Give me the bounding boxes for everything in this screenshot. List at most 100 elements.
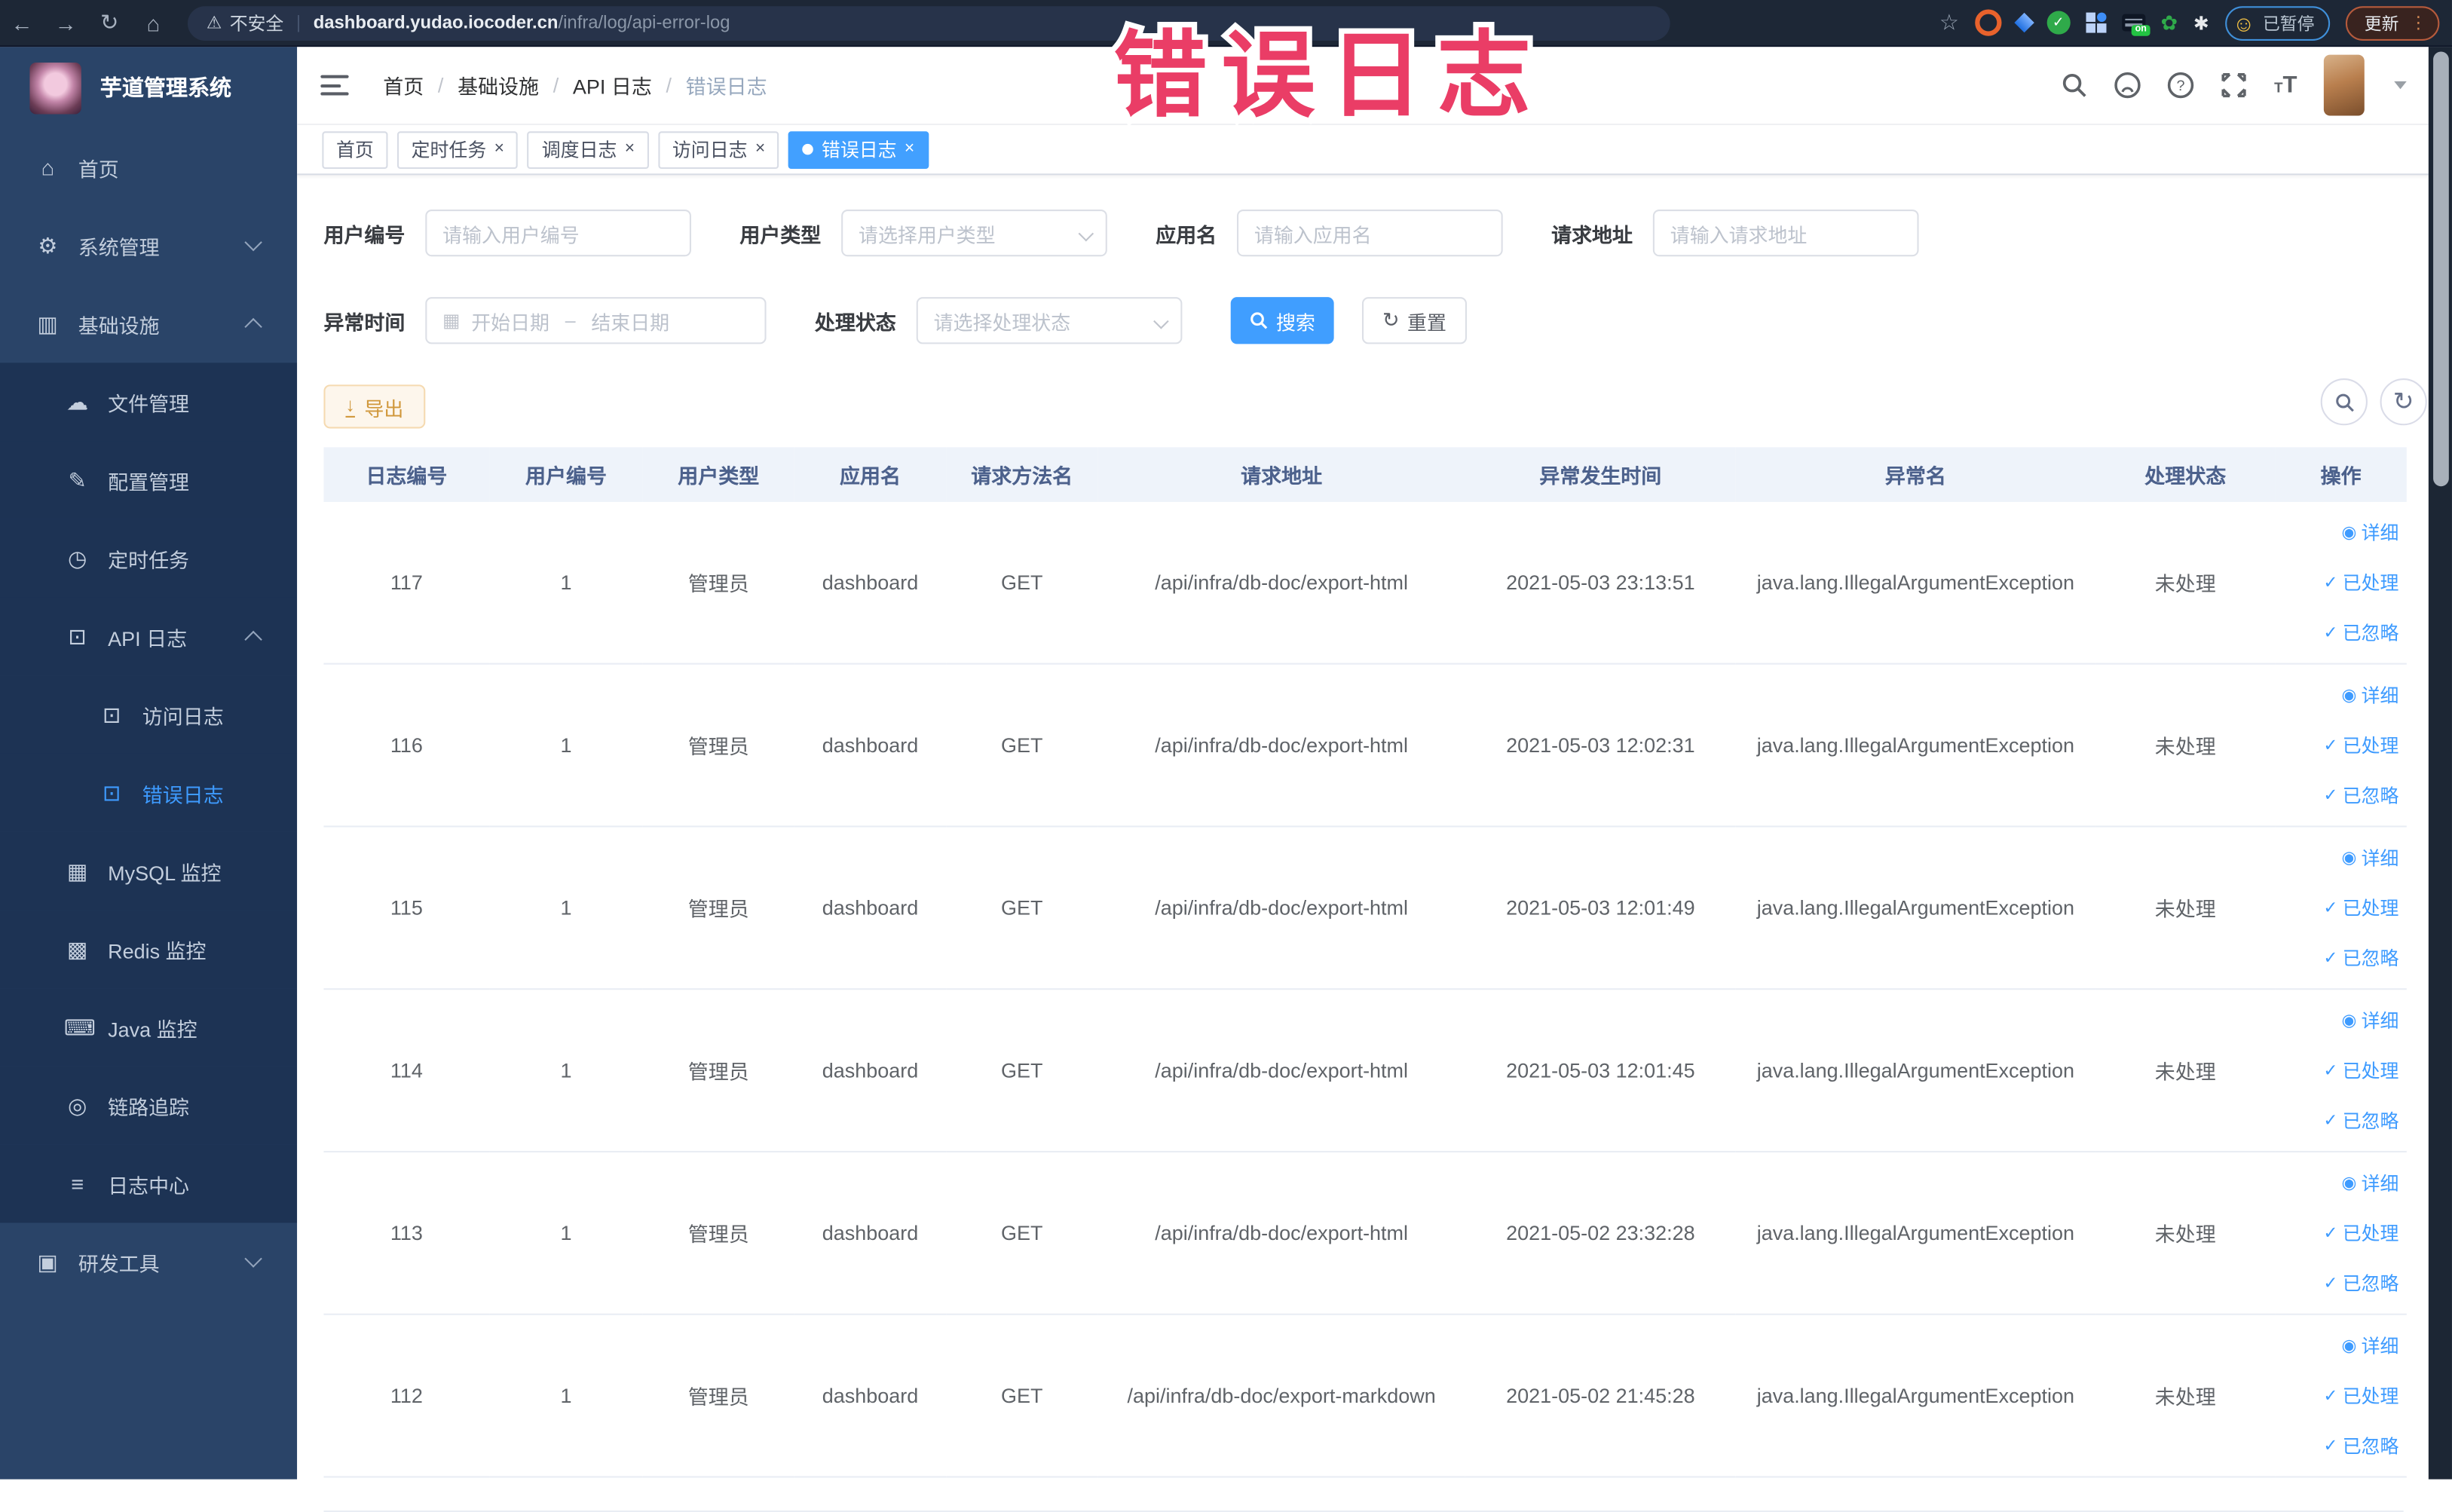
bookmark-star-icon[interactable]: ☆: [1939, 9, 1959, 35]
profile-paused-badge[interactable]: ☺ 已暂停: [2224, 5, 2331, 40]
breadcrumb-item[interactable]: 基础设施: [458, 70, 539, 99]
extension-blue-icon[interactable]: [2013, 12, 2034, 33]
ignored-link[interactable]: ✓ 已忽略: [2323, 1421, 2398, 1471]
sidebar-item-home[interactable]: ⌂ 首页: [0, 128, 297, 207]
close-icon[interactable]: ×: [755, 140, 765, 158]
processed-link[interactable]: ✓ 已处理: [2323, 1370, 2398, 1420]
browser-toolbar: ← → ↻ ⌂ ⚠ 不安全 | dashboard.yudao.iocoder.…: [0, 0, 2452, 47]
exception-time-range-picker[interactable]: ▦ 开始日期 – 结束日期: [425, 297, 767, 344]
address-bar[interactable]: ⚠ 不安全 | dashboard.yudao.iocoder.cn/infra…: [187, 5, 1670, 40]
view-tab[interactable]: 调度日志 ×: [528, 130, 649, 169]
view-tab[interactable]: 定时任务 ×: [396, 130, 519, 169]
breadcrumb-item[interactable]: 首页: [383, 70, 424, 99]
toggle-search-button[interactable]: [2320, 378, 2368, 426]
user-type-label: 用户类型: [739, 222, 822, 246]
sidebar-item-log-center[interactable]: ≡ 日志中心: [0, 1144, 298, 1223]
ignored-link[interactable]: ✓ 已忽略: [2323, 1095, 2398, 1145]
cell-actions: ◉ 详细 ✓ 已处理 ✓ 已忽略: [2275, 1151, 2407, 1315]
extension-green-icon[interactable]: ✓: [2046, 11, 2071, 35]
github-icon[interactable]: [2114, 72, 2141, 99]
detail-link[interactable]: ◉ 详细: [2341, 1321, 2398, 1370]
security-label[interactable]: 不安全: [230, 10, 284, 35]
browser-forward-icon[interactable]: →: [44, 10, 87, 35]
cell-time: 2021-05-03 23:13:51: [1465, 501, 1736, 665]
browser-back-icon[interactable]: ←: [0, 10, 44, 35]
url-path[interactable]: /infra/log/api-error-log: [559, 14, 730, 32]
browser-update-button[interactable]: 更新 ⋮: [2345, 5, 2440, 40]
close-icon[interactable]: ×: [905, 140, 914, 158]
page-scrollbar[interactable]: [2428, 47, 2452, 1480]
app-name-input[interactable]: 请输入应用名: [1237, 209, 1503, 257]
search-button[interactable]: 搜索: [1230, 297, 1334, 344]
extensions-puzzle-icon[interactable]: ✱: [2193, 12, 2209, 34]
sidebar-item-dev-tools[interactable]: ▣ 研发工具: [0, 1223, 297, 1301]
export-button[interactable]: ↓ 导出: [323, 384, 426, 429]
view-tab[interactable]: 首页: [322, 130, 388, 169]
sidebar-item-file-manage[interactable]: ☁ 文件管理: [0, 363, 298, 442]
sidebar-item-trace[interactable]: ◎ 链路追踪: [0, 1066, 298, 1145]
browser-home-icon[interactable]: ⌂: [131, 10, 175, 35]
avatar-dropdown-caret-icon[interactable]: [2394, 81, 2407, 90]
processed-link[interactable]: ✓ 已处理: [2323, 883, 2398, 932]
sidebar-item-redis-monitor[interactable]: ▩ Redis 监控: [0, 910, 298, 989]
sidebar-item-label: MySQL 监控: [108, 861, 222, 885]
cell-status: 未处理: [2095, 989, 2276, 1152]
sidebar-item-infrastructure[interactable]: ▥ 基础设施: [0, 285, 297, 363]
sidebar-item-system-manage[interactable]: ⚙ 系统管理: [0, 207, 297, 285]
detail-link[interactable]: ◉ 详细: [2341, 507, 2398, 557]
help-icon[interactable]: ?: [2168, 72, 2194, 99]
close-icon[interactable]: ×: [625, 140, 635, 158]
ignored-link[interactable]: ✓ 已忽略: [2323, 932, 2398, 982]
browser-reload-icon[interactable]: ↻: [87, 9, 131, 35]
user-avatar[interactable]: [2323, 54, 2365, 116]
extension-switch-icon[interactable]: on: [2121, 14, 2150, 36]
browser-menu-icon[interactable]: ⋮: [2410, 13, 2427, 33]
detail-link[interactable]: ◉ 详细: [2341, 1158, 2398, 1207]
cell-app: dashboard: [794, 826, 947, 990]
ignored-link[interactable]: ✓ 已忽略: [2323, 608, 2398, 657]
cell-app: dashboard: [794, 989, 947, 1152]
processed-link[interactable]: ✓ 已处理: [2323, 558, 2398, 608]
user-type-select[interactable]: 请选择用户类型: [841, 209, 1107, 257]
extension-orange-icon[interactable]: [1974, 9, 2001, 36]
extension-leaf-icon[interactable]: ✿: [2161, 10, 2178, 35]
detail-link[interactable]: ◉ 详细: [2341, 995, 2398, 1045]
request-url-input[interactable]: 请输入请求地址: [1652, 209, 1919, 257]
process-status-select[interactable]: 请选择处理状态: [916, 297, 1183, 344]
search-icon[interactable]: [2062, 72, 2088, 98]
processed-link[interactable]: ✓ 已处理: [2323, 1045, 2398, 1095]
reset-button[interactable]: ↻ 重置: [1362, 297, 1467, 344]
sidebar-collapse-icon[interactable]: [320, 75, 349, 96]
close-icon[interactable]: ×: [494, 140, 504, 158]
security-warning-icon[interactable]: ⚠: [207, 13, 222, 33]
table-row: 116 1 管理员 dashboard GET/api/infra/db-doc/exp…: [323, 663, 2407, 828]
sidebar-item-access-log[interactable]: ⊡ 访问日志: [0, 675, 298, 754]
sidebar-logo[interactable]: 芋道管理系统: [0, 47, 297, 128]
processed-link[interactable]: ✓ 已处理: [2323, 1208, 2398, 1258]
sidebar-item-mysql-monitor[interactable]: ▦ MySQL 监控: [0, 831, 298, 911]
processed-link[interactable]: ✓ 已处理: [2323, 720, 2398, 770]
detail-link[interactable]: ◉ 详细: [2341, 670, 2398, 720]
scrollbar-thumb[interactable]: [2432, 51, 2448, 487]
breadcrumb-item[interactable]: API 日志: [573, 70, 652, 99]
sidebar-item-config-manage[interactable]: ✎ 配置管理: [0, 441, 298, 519]
ignored-link[interactable]: ✓ 已忽略: [2323, 1258, 2398, 1308]
sidebar-item-api-log[interactable]: ⊡ API 日志: [0, 597, 298, 676]
view-tab[interactable]: 访问日志 ×: [658, 130, 779, 169]
column-header: 操作: [2275, 447, 2407, 502]
sidebar-item-java-monitor[interactable]: ⌨ Java 监控: [0, 988, 298, 1067]
detail-link[interactable]: ◉ 详细: [2341, 833, 2398, 883]
font-size-icon[interactable]: TT: [2274, 72, 2297, 98]
extension-grid-icon[interactable]: [2085, 12, 2106, 33]
cell-id: 113: [323, 1151, 490, 1315]
url-host[interactable]: dashboard.yudao.iocoder.cn: [314, 14, 559, 32]
sidebar-item-error-log[interactable]: ⊡ 错误日志: [0, 753, 298, 832]
ignored-link[interactable]: ✓ 已忽略: [2323, 770, 2398, 820]
sidebar-item-cron-job[interactable]: ◷ 定时任务: [0, 519, 298, 598]
fullscreen-icon[interactable]: [2221, 72, 2248, 98]
refresh-table-button[interactable]: ↻: [2380, 378, 2427, 426]
view-tab[interactable]: 错误日志 ×: [788, 130, 929, 169]
cell-id: 116: [323, 663, 490, 828]
user-id-input[interactable]: 请输入用户编号: [425, 209, 692, 257]
chevron-down-icon: [244, 233, 262, 252]
